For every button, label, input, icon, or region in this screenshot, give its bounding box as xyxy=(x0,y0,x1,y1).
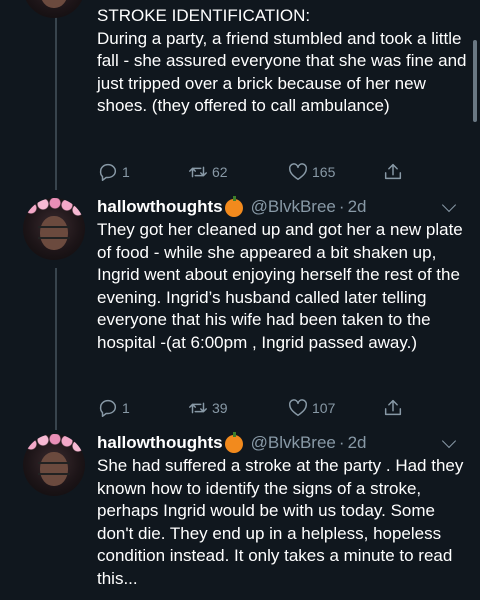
reply-count: 1 xyxy=(122,164,130,180)
share-button[interactable] xyxy=(382,160,407,184)
thread-line xyxy=(55,0,57,190)
separator-dot: · xyxy=(338,433,345,452)
display-name[interactable]: hallowthoughts xyxy=(97,196,223,218)
thread-line xyxy=(55,268,57,430)
tweet-header: hallowthoughts @BlvkBree · 2d xyxy=(97,432,366,454)
tweet-text: STROKE IDENTIFICATION: During a party, a… xyxy=(97,6,467,116)
jack-o-lantern-emoji xyxy=(224,432,243,453)
avatar[interactable] xyxy=(23,434,85,496)
scrollbar[interactable] xyxy=(473,40,477,122)
share-button[interactable] xyxy=(382,396,407,420)
reply-button[interactable]: 1 xyxy=(97,396,130,420)
reply-icon xyxy=(99,399,117,417)
share-icon xyxy=(384,163,402,180)
retweet-count: 62 xyxy=(212,164,228,180)
like-button[interactable]: 107 xyxy=(287,396,335,420)
user-handle[interactable]: @BlvkBree xyxy=(251,196,336,218)
like-count: 165 xyxy=(312,164,336,180)
retweet-count: 39 xyxy=(212,400,228,416)
reply-icon xyxy=(99,163,117,181)
heart-icon xyxy=(289,399,307,417)
tweet-text: They got her cleaned up and got her a ne… xyxy=(97,220,468,352)
tweet-actions: 1 39 107 xyxy=(97,396,437,420)
separator-dot: · xyxy=(338,197,345,216)
like-count: 107 xyxy=(312,400,336,416)
retweet-button[interactable]: 39 xyxy=(187,396,228,420)
chevron-down-icon[interactable] xyxy=(441,197,457,213)
tweet-actions: 1 62 165 xyxy=(97,160,437,184)
retweet-button[interactable]: 62 xyxy=(187,160,228,184)
like-button[interactable]: 165 xyxy=(287,160,335,184)
user-handle[interactable]: @BlvkBree xyxy=(251,432,336,454)
display-name[interactable]: hallowthoughts xyxy=(97,432,223,454)
tweet-timestamp[interactable]: 2d xyxy=(348,432,367,454)
avatar[interactable] xyxy=(23,198,85,260)
tweet-timestamp[interactable]: 2d xyxy=(348,196,367,218)
retweet-icon xyxy=(189,166,207,178)
retweet-icon xyxy=(189,402,207,414)
jack-o-lantern-emoji xyxy=(224,196,243,217)
avatar[interactable] xyxy=(23,0,85,18)
tweet-text: She had suffered a stroke at the party .… xyxy=(97,456,469,588)
chevron-down-icon[interactable] xyxy=(441,433,457,449)
reply-button[interactable]: 1 xyxy=(97,160,130,184)
tweet-header: hallowthoughts @BlvkBree · 2d xyxy=(97,196,366,218)
share-icon xyxy=(384,399,402,416)
heart-icon xyxy=(289,163,307,181)
reply-count: 1 xyxy=(122,400,130,416)
